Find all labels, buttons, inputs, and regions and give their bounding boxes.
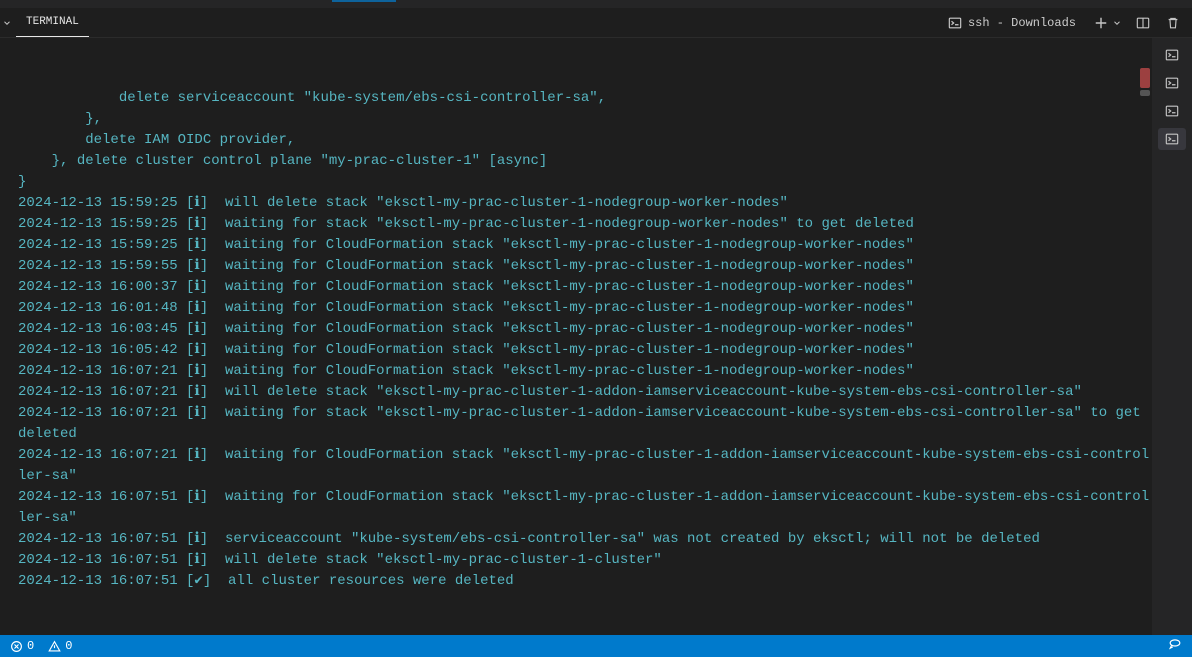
terminal-line: 2024-12-13 16:07:51 [✔] all cluster reso… bbox=[18, 571, 1152, 592]
terminal-line: 2024-12-13 16:07:51 [ℹ] will delete stac… bbox=[18, 550, 1152, 571]
terminal-line: 2024-12-13 15:59:55 [ℹ] waiting for Clou… bbox=[18, 256, 1152, 277]
terminal-line: 2024-12-13 16:07:21 [ℹ] waiting for Clou… bbox=[18, 445, 1152, 487]
panel-chevron-icon[interactable] bbox=[0, 18, 16, 28]
status-error-count: 0 bbox=[27, 639, 34, 653]
terminal-line: 2024-12-13 16:05:42 [ℹ] waiting for Clou… bbox=[18, 340, 1152, 361]
terminal-line: 2024-12-13 15:59:25 [ℹ] will delete stac… bbox=[18, 193, 1152, 214]
terminal-line: 2024-12-13 16:07:51 [ℹ] serviceaccount "… bbox=[18, 529, 1152, 550]
panel-tab-bar: TERMINAL ssh - Downloads bbox=[0, 8, 1192, 38]
terminal-profile-icon bbox=[948, 16, 962, 30]
new-terminal-button[interactable] bbox=[1090, 12, 1112, 34]
terminal-profile-button[interactable]: ssh - Downloads bbox=[942, 14, 1082, 32]
terminal-line: 2024-12-13 16:07:21 [ℹ] will delete stac… bbox=[18, 382, 1152, 403]
terminal-line: } bbox=[18, 172, 1152, 193]
status-warning-count: 0 bbox=[65, 639, 72, 653]
terminal-line: 2024-12-13 16:07:51 [ℹ] waiting for Clou… bbox=[18, 487, 1152, 529]
terminal-line: delete serviceaccount "kube-system/ebs-c… bbox=[18, 88, 1152, 109]
split-terminal-button[interactable] bbox=[1132, 12, 1154, 34]
terminal-line: 2024-12-13 16:07:21 [ℹ] waiting for Clou… bbox=[18, 361, 1152, 382]
feedback-icon bbox=[1168, 639, 1182, 653]
warning-icon bbox=[48, 640, 61, 653]
editor-tab-stripe bbox=[0, 0, 1192, 8]
terminal-line: 2024-12-13 16:07:21 [ℹ] waiting for stac… bbox=[18, 403, 1152, 445]
terminal-line: 2024-12-13 16:00:37 [ℹ] waiting for Clou… bbox=[18, 277, 1152, 298]
terminal-line: delete IAM OIDC provider, bbox=[18, 130, 1152, 151]
terminal-line: 2024-12-13 16:03:45 [ℹ] waiting for Clou… bbox=[18, 319, 1152, 340]
scrollbar-thumb[interactable] bbox=[1140, 90, 1150, 96]
status-feedback[interactable] bbox=[1166, 639, 1184, 653]
terminal-output[interactable]: delete serviceaccount "kube-system/ebs-c… bbox=[0, 38, 1152, 635]
terminal-line: 2024-12-13 15:59:25 [ℹ] waiting for stac… bbox=[18, 214, 1152, 235]
terminal-side-list bbox=[1152, 38, 1192, 635]
tab-terminal[interactable]: TERMINAL bbox=[16, 8, 89, 37]
side-terminal-2[interactable] bbox=[1158, 72, 1186, 94]
minimap-error-marker bbox=[1140, 68, 1150, 88]
new-terminal-dropdown[interactable] bbox=[1112, 12, 1124, 34]
terminal-line: 2024-12-13 16:01:48 [ℹ] waiting for Clou… bbox=[18, 298, 1152, 319]
error-icon bbox=[10, 640, 23, 653]
tab-terminal-label: TERMINAL bbox=[26, 16, 79, 28]
terminal-profile-label: ssh - Downloads bbox=[968, 16, 1076, 30]
side-terminal-4-active[interactable] bbox=[1158, 128, 1186, 150]
terminal-line: }, bbox=[18, 109, 1152, 130]
terminal-line: }, delete cluster control plane "my-prac… bbox=[18, 151, 1152, 172]
status-bar: 0 0 bbox=[0, 635, 1192, 657]
status-errors[interactable]: 0 bbox=[8, 639, 36, 653]
status-warnings[interactable]: 0 bbox=[46, 639, 74, 653]
side-terminal-3[interactable] bbox=[1158, 100, 1186, 122]
side-terminal-1[interactable] bbox=[1158, 44, 1186, 66]
kill-terminal-button[interactable] bbox=[1162, 12, 1184, 34]
terminal-line: 2024-12-13 15:59:25 [ℹ] waiting for Clou… bbox=[18, 235, 1152, 256]
